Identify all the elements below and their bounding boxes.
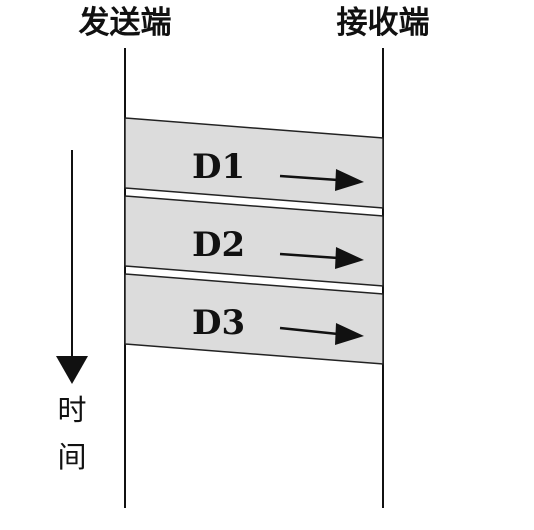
packet-d1: D1 <box>124 117 384 209</box>
receiver-label: 接收端 <box>337 5 430 41</box>
time-label-2: 间 <box>57 440 86 474</box>
packet-d2-label: D2 <box>192 225 245 265</box>
packet-d3: D3 <box>124 273 384 365</box>
time-axis-arrowhead-icon <box>56 356 88 384</box>
packet-d3-band <box>124 273 384 365</box>
packet-d3-label: D3 <box>192 303 245 343</box>
timing-diagram: 发送端 接收端 时 间 D1 D2 D3 <box>56 5 430 508</box>
packet-d1-label: D1 <box>192 147 245 187</box>
packet-d1-band <box>124 117 384 209</box>
time-label-1: 时 <box>57 393 86 427</box>
packet-d2: D2 <box>124 195 384 287</box>
packet-d2-band <box>124 195 384 287</box>
sender-label: 发送端 <box>78 5 172 41</box>
